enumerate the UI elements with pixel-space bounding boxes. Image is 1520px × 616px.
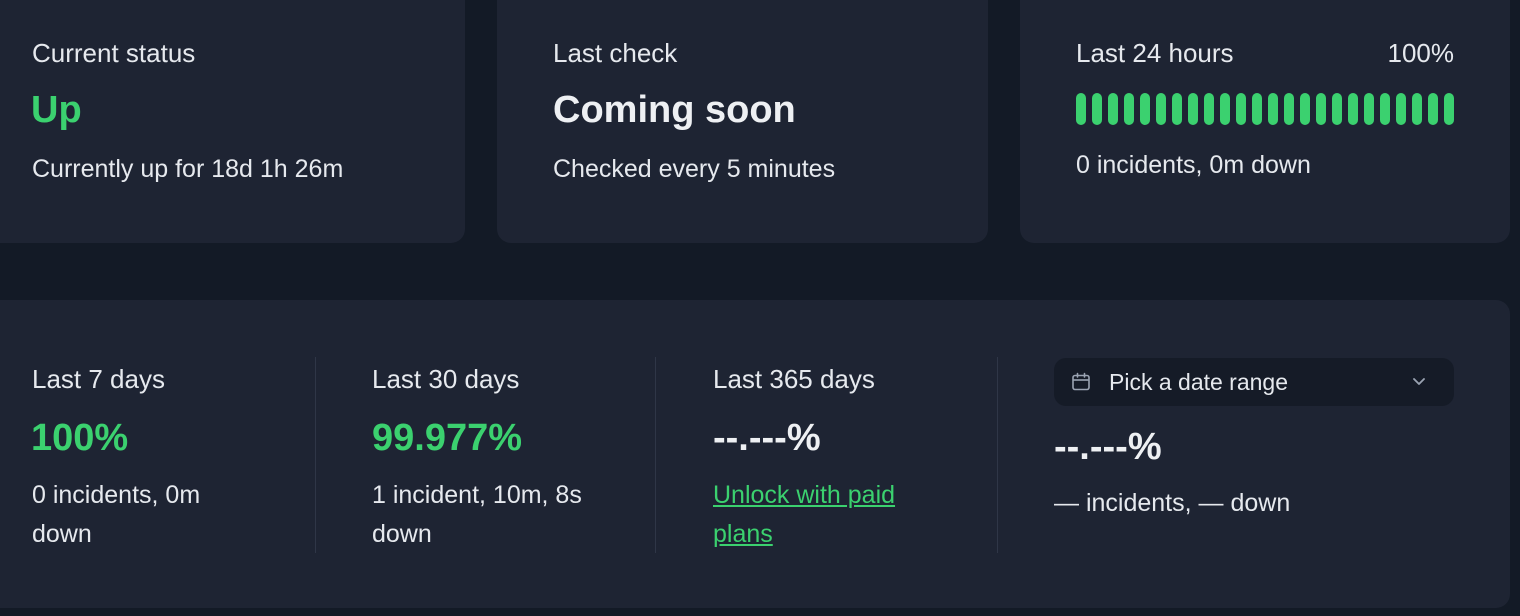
uptime-bar[interactable] — [1268, 93, 1278, 125]
current-status-detail: Currently up for 18d 1h 26m — [32, 155, 344, 183]
last-24h-percent: 100% — [1387, 38, 1455, 68]
date-range-picker[interactable]: Pick a date range — [1054, 358, 1454, 406]
uptime-bar[interactable] — [1188, 93, 1198, 125]
current-status-card: Current status Up Currently up for 18d 1… — [0, 0, 465, 243]
chevron-down-icon — [1410, 372, 1428, 390]
last-check-card: Last check Coming soon Checked every 5 m… — [497, 0, 988, 243]
divider — [655, 357, 656, 553]
last-7-days-label: Last 7 days — [32, 364, 165, 394]
uptime-bar[interactable] — [1140, 93, 1150, 125]
last-30-days-detail: 1 incident, 10m, 8s down — [372, 476, 582, 554]
custom-range-value: --.---% — [1054, 426, 1162, 468]
last-24h-detail: 0 incidents, 0m down — [1076, 151, 1311, 179]
last-30-days-detail-line2: down — [372, 520, 432, 548]
uptime-bar[interactable] — [1364, 93, 1374, 125]
last-check-label: Last check — [553, 38, 678, 68]
uptime-bar[interactable] — [1236, 93, 1246, 125]
last-30-days-label: Last 30 days — [372, 364, 520, 394]
uptime-bar[interactable] — [1412, 93, 1422, 125]
uptime-bar[interactable] — [1332, 93, 1342, 125]
last-7-days-value: 100% — [31, 417, 129, 459]
unlock-paid-plans-link[interactable]: Unlock with paid plans — [713, 476, 895, 554]
last-24h-card: Last 24 hours 100% 0 incidents, 0m down — [1020, 0, 1510, 243]
uptime-bar[interactable] — [1396, 93, 1406, 125]
uptime-bar[interactable] — [1284, 93, 1294, 125]
uptime-bar[interactable] — [1348, 93, 1358, 125]
divider — [997, 357, 998, 553]
uptime-bar[interactable] — [1380, 93, 1390, 125]
uptime-bar[interactable] — [1252, 93, 1262, 125]
custom-range-detail: — incidents, — down — [1054, 489, 1291, 517]
last-30-days-detail-line1: 1 incident, 10m, 8s — [372, 481, 582, 509]
uptime-bar-strip — [1076, 93, 1454, 125]
current-status-label: Current status — [32, 38, 196, 68]
uptime-bar[interactable] — [1220, 93, 1230, 125]
uptime-bar[interactable] — [1156, 93, 1166, 125]
uptime-bar[interactable] — [1108, 93, 1118, 125]
last-24h-label: Last 24 hours — [1076, 38, 1234, 68]
last-7-days-detail: 0 incidents, 0m down — [32, 476, 200, 554]
uptime-bar[interactable] — [1076, 93, 1086, 125]
last-check-value: Coming soon — [553, 89, 796, 131]
uptime-bar[interactable] — [1316, 93, 1326, 125]
uptime-bar[interactable] — [1172, 93, 1182, 125]
calendar-icon — [1071, 372, 1091, 392]
uptime-bar[interactable] — [1204, 93, 1214, 125]
last-check-detail: Checked every 5 minutes — [553, 155, 836, 183]
uptime-bar[interactable] — [1300, 93, 1310, 125]
last-365-days-label: Last 365 days — [713, 364, 875, 394]
uptime-bar[interactable] — [1092, 93, 1102, 125]
uptime-bar[interactable] — [1428, 93, 1438, 125]
last-365-days-value: --.---% — [713, 417, 821, 459]
current-status-value: Up — [31, 89, 82, 131]
date-range-picker-label: Pick a date range — [1109, 368, 1289, 395]
divider — [315, 357, 316, 553]
uptime-bar[interactable] — [1124, 93, 1134, 125]
last-7-days-detail-line1: 0 incidents, 0m — [32, 481, 201, 509]
last-7-days-detail-line2: down — [32, 520, 92, 548]
unlock-link-line2[interactable]: plans — [713, 515, 773, 554]
uptime-bar[interactable] — [1444, 93, 1454, 125]
uptime-ranges-card: Last 7 days 100% 0 incidents, 0m down La… — [0, 300, 1510, 608]
unlock-link-line1[interactable]: Unlock with paid — [713, 476, 895, 515]
last-30-days-value: 99.977% — [372, 417, 523, 459]
